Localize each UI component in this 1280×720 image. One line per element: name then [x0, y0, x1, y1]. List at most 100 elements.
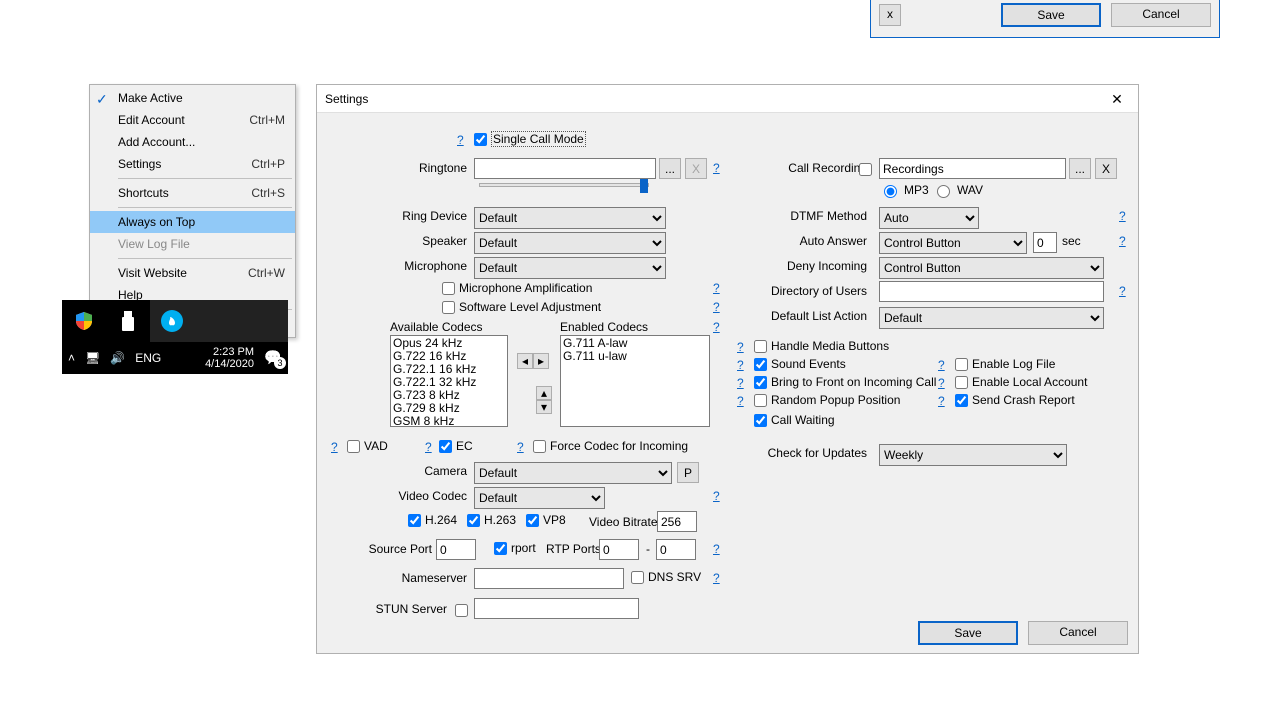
help-link[interactable]: ? — [1119, 284, 1126, 298]
available-codecs-list[interactable]: Opus 24 kHz G.722 16 kHz G.722.1 16 kHz … — [390, 335, 508, 427]
dns-srv-checkbox[interactable] — [631, 571, 644, 584]
titlebar[interactable]: Settings ✕ — [317, 85, 1138, 113]
help-link[interactable]: ? — [517, 440, 524, 454]
h264-checkbox[interactable] — [408, 514, 421, 527]
parent-save-button[interactable]: Save — [1001, 3, 1101, 27]
stun-checkbox[interactable] — [455, 604, 468, 617]
recordings-browse-button[interactable]: ... — [1069, 158, 1091, 179]
codec-item[interactable]: G.711 u-law — [563, 350, 707, 363]
dtmf-select[interactable]: Auto — [879, 207, 979, 229]
mp3-radio[interactable] — [884, 185, 897, 198]
ringtone-browse-button[interactable]: ... — [659, 158, 681, 179]
tray-language[interactable]: ENG — [135, 351, 161, 365]
parent-dialog-x-button[interactable]: x — [879, 4, 901, 26]
handle-media-checkbox[interactable] — [754, 340, 767, 353]
close-button[interactable]: ✕ — [1096, 85, 1138, 113]
enable-local-checkbox[interactable] — [955, 376, 968, 389]
default-list-select[interactable]: Default — [879, 307, 1104, 329]
recordings-clear-button[interactable]: X — [1095, 158, 1117, 179]
sw-level-checkbox[interactable] — [442, 301, 455, 314]
help-link[interactable]: ? — [737, 358, 744, 372]
h263-checkbox[interactable] — [467, 514, 480, 527]
tray-usb-icon[interactable] — [106, 300, 150, 342]
force-codec-checkbox[interactable] — [533, 440, 546, 453]
nameserver-input[interactable] — [474, 568, 624, 589]
ringtone-clear-button[interactable]: X — [685, 158, 707, 179]
stun-input[interactable] — [474, 598, 639, 619]
check-updates-select[interactable]: Weekly — [879, 444, 1067, 466]
camera-preview-button[interactable]: P — [677, 462, 699, 483]
ring-device-select[interactable]: Default — [474, 207, 666, 229]
menu-shortcuts[interactable]: ShortcutsCtrl+S — [90, 182, 295, 204]
help-link[interactable]: ? — [713, 542, 720, 556]
call-recording-checkbox[interactable] — [859, 163, 872, 176]
codec-move-left-button[interactable]: ◂ — [517, 353, 533, 369]
rand-popup-checkbox[interactable] — [754, 394, 767, 407]
ec-checkbox[interactable] — [439, 440, 452, 453]
rport-checkbox[interactable] — [494, 542, 507, 555]
auto-answer-select[interactable]: Control Button — [879, 232, 1027, 254]
microphone-select[interactable]: Default — [474, 257, 666, 279]
help-link[interactable]: ? — [425, 440, 432, 454]
tray-app-icon[interactable] — [150, 300, 194, 342]
help-link[interactable]: ? — [938, 358, 945, 372]
codec-move-down-button[interactable]: ▾ — [536, 400, 552, 414]
source-port-input[interactable] — [436, 539, 476, 560]
bring-front-checkbox[interactable] — [754, 376, 767, 389]
ringtone-input[interactable] — [474, 158, 656, 179]
ringtone-volume-slider[interactable] — [479, 183, 649, 187]
recordings-input[interactable] — [879, 158, 1066, 179]
mic-amp-checkbox[interactable] — [442, 282, 455, 295]
help-link[interactable]: ? — [737, 340, 744, 354]
codec-move-right-button[interactable]: ▸ — [533, 353, 549, 369]
help-link[interactable]: ? — [713, 489, 720, 503]
menu-view-log[interactable]: View Log File — [90, 233, 295, 255]
tray-monitor-icon[interactable]: 🖥 — [85, 351, 100, 365]
help-link[interactable]: ? — [938, 376, 945, 390]
slider-thumb-icon[interactable] — [640, 179, 648, 193]
help-link[interactable]: ? — [713, 281, 720, 295]
menu-add-account[interactable]: Add Account... — [90, 131, 295, 153]
tray-chevron-up-icon[interactable]: ˄ — [68, 351, 75, 365]
menu-visit-website[interactable]: Visit WebsiteCtrl+W — [90, 262, 295, 284]
help-link[interactable]: ? — [713, 320, 720, 334]
rtp-to-input[interactable] — [656, 539, 696, 560]
tray-security-icon[interactable] — [62, 300, 106, 342]
deny-incoming-select[interactable]: Control Button — [879, 257, 1104, 279]
tray-notifications-icon[interactable]: 3 — [264, 349, 282, 367]
help-link[interactable]: ? — [737, 376, 744, 390]
help-link[interactable]: ? — [938, 394, 945, 408]
speaker-select[interactable]: Default — [474, 232, 666, 254]
help-link[interactable]: ? — [713, 571, 720, 585]
menu-edit-account[interactable]: Edit AccountCtrl+M — [90, 109, 295, 131]
vad-checkbox[interactable] — [347, 440, 360, 453]
menu-make-active[interactable]: ✓Make Active — [90, 87, 295, 109]
cancel-button[interactable]: Cancel — [1028, 621, 1128, 645]
send-crash-checkbox[interactable] — [955, 394, 968, 407]
menu-always-on-top[interactable]: Always on Top — [90, 211, 295, 233]
codec-item[interactable]: GSM 8 kHz — [393, 415, 505, 427]
parent-cancel-button[interactable]: Cancel — [1111, 3, 1211, 27]
tray-clock[interactable]: 2:23 PM 4/14/2020 — [205, 346, 254, 370]
enable-log-checkbox[interactable] — [955, 358, 968, 371]
enabled-codecs-list[interactable]: G.711 A-law G.711 u-law — [560, 335, 710, 427]
call-waiting-checkbox[interactable] — [754, 414, 767, 427]
camera-select[interactable]: Default — [474, 462, 672, 484]
help-link[interactable]: ? — [457, 133, 464, 147]
wav-radio[interactable] — [937, 185, 950, 198]
save-button[interactable]: Save — [918, 621, 1018, 645]
single-call-mode-checkbox[interactable] — [474, 133, 487, 146]
menu-settings[interactable]: SettingsCtrl+P — [90, 153, 295, 175]
rtp-from-input[interactable] — [599, 539, 639, 560]
help-link[interactable]: ? — [331, 440, 338, 454]
help-link[interactable]: ? — [713, 300, 720, 314]
video-codec-select[interactable]: Default — [474, 487, 605, 509]
help-link[interactable]: ? — [1119, 234, 1126, 248]
auto-answer-delay-input[interactable] — [1033, 232, 1057, 253]
help-link[interactable]: ? — [1119, 209, 1126, 223]
vp8-checkbox[interactable] — [526, 514, 539, 527]
codec-move-up-button[interactable]: ▴ — [536, 386, 552, 400]
help-link[interactable]: ? — [737, 394, 744, 408]
tray-volume-icon[interactable]: 🔊 — [110, 351, 125, 365]
sound-events-checkbox[interactable] — [754, 358, 767, 371]
